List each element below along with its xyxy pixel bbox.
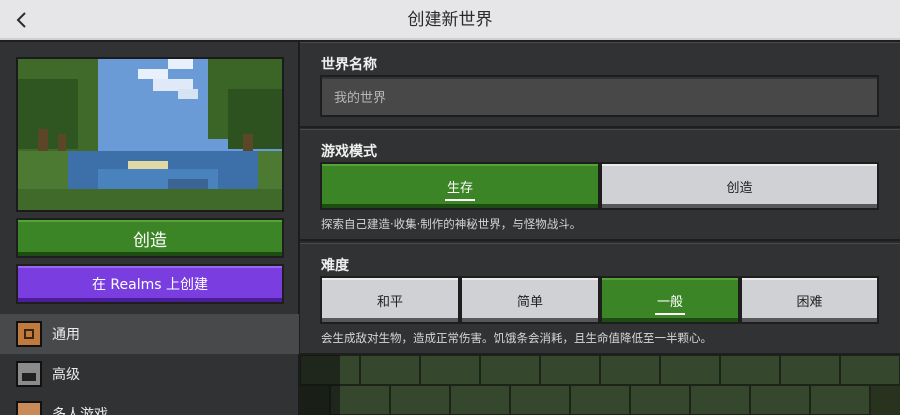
- game-mode-survival-button[interactable]: 生存: [320, 162, 600, 210]
- nav-item-multiplayer[interactable]: 多人游戏: [0, 394, 299, 415]
- difficulty-normal-button[interactable]: 一般: [600, 276, 740, 324]
- create-on-realms-button[interactable]: 在 Realms 上创建: [16, 264, 284, 304]
- difficulty-toggle: 和平 简单 一般 困难: [320, 276, 879, 324]
- create-world-button[interactable]: 创造: [16, 218, 284, 258]
- difficulty-peaceful-button[interactable]: 和平: [320, 276, 460, 324]
- difficulty-section: 难度 和平 简单 一般 困难 会生成敌对生物，造成正常伤害。饥饿条会消耗，且生命…: [300, 243, 900, 355]
- difficulty-label: 难度: [321, 258, 349, 274]
- page-title: 创建新世界: [407, 10, 493, 30]
- world-name-section: 世界名称 我的世界: [300, 42, 900, 128]
- left-panel: 创造 在 Realms 上创建 通用 高级 多人游戏: [0, 42, 299, 415]
- title-bar: 创建新世界: [0, 0, 900, 40]
- nav-item-advanced[interactable]: 高级: [0, 354, 299, 394]
- game-mode-section: 游戏模式 生存 创造 探索自己建造·收集·制作的神秘世界，与怪物战斗。: [300, 129, 900, 241]
- nav-item-general[interactable]: 通用: [0, 314, 299, 354]
- players-icon: [16, 401, 42, 415]
- background-scenery: [300, 355, 900, 415]
- game-mode-description: 探索自己建造·收集·制作的神秘世界，与怪物战斗。: [321, 217, 582, 231]
- world-name-input[interactable]: 我的世界: [320, 75, 879, 117]
- nav-item-label: 高级: [52, 367, 80, 383]
- difficulty-description: 会生成敌对生物，造成正常伤害。饥饿条会消耗，且生命值降低至一半颗心。: [321, 331, 712, 345]
- settings-panel: 世界名称 我的世界 游戏模式 生存 创造 探索自己建造·收集·制作的神秘世界，与…: [300, 42, 900, 415]
- game-mode-toggle: 生存 创造: [320, 162, 879, 210]
- world-name-label: 世界名称: [321, 57, 377, 73]
- game-mode-label: 游戏模式: [321, 144, 377, 160]
- nav-item-label: 多人游戏: [52, 407, 108, 415]
- commandblock-icon: [16, 321, 42, 347]
- difficulty-easy-button[interactable]: 简单: [460, 276, 600, 324]
- furnace-icon: [16, 361, 42, 387]
- settings-nav: 通用 高级 多人游戏: [0, 314, 299, 415]
- nav-item-label: 通用: [52, 327, 80, 343]
- game-mode-creative-button[interactable]: 创造: [600, 162, 879, 210]
- world-preview-image: [16, 57, 284, 212]
- difficulty-hard-button[interactable]: 困难: [740, 276, 879, 324]
